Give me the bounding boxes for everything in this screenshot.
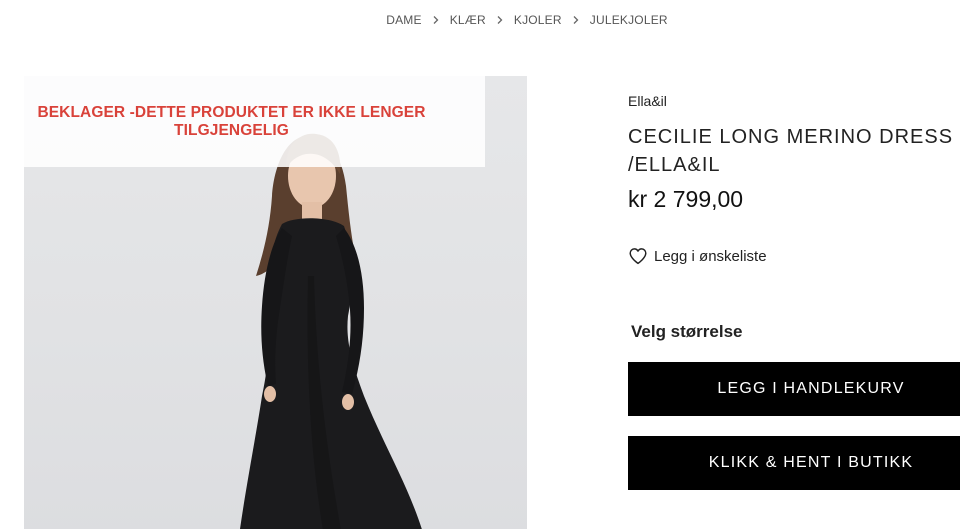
add-to-cart-label: LEGG I HANDLEKURV — [717, 380, 905, 397]
unavailable-notice-text: BEKLAGER -DETTE PRODUKTET ER IKKE LENGER… — [37, 104, 426, 139]
breadcrumb-item-klaer[interactable]: KLÆR — [450, 13, 486, 27]
breadcrumb-item-dame[interactable]: DAME — [386, 13, 421, 27]
product-brand[interactable]: Ella&il — [628, 93, 667, 109]
click-and-collect-label: KLIKK & HENT I BUTIKK — [708, 454, 914, 471]
breadcrumb-item-kjoler[interactable]: KJOLER — [514, 13, 562, 27]
size-select-label: Velg størrelse — [631, 322, 743, 341]
unavailable-notice-banner: BEKLAGER -DETTE PRODUKTET ER IKKE LENGER… — [24, 76, 485, 167]
product-price: kr 2 799,00 — [628, 186, 744, 212]
chevron-right-icon — [571, 15, 581, 25]
breadcrumb-item-julekjoler[interactable]: JULEKJOLER — [590, 13, 668, 27]
product-title: CECILIE LONG MERINO DRESS /ELLA&IL — [628, 126, 954, 176]
add-to-cart-button[interactable]: LEGG I HANDLEKURV — [628, 362, 960, 416]
add-to-wishlist-link[interactable]: Legg i ønskeliste — [628, 247, 767, 265]
product-page: DAME KLÆR KJOLER JULEKJOLER BEKLAGER -DE… — [0, 0, 960, 529]
chevron-right-icon — [431, 15, 441, 25]
heart-outline-icon — [629, 248, 647, 265]
chevron-right-icon — [495, 15, 505, 25]
wishlist-label: Legg i ønskeliste — [654, 247, 767, 265]
click-and-collect-button[interactable]: KLIKK & HENT I BUTIKK — [628, 436, 960, 490]
breadcrumb: DAME KLÆR KJOLER JULEKJOLER — [0, 13, 960, 27]
